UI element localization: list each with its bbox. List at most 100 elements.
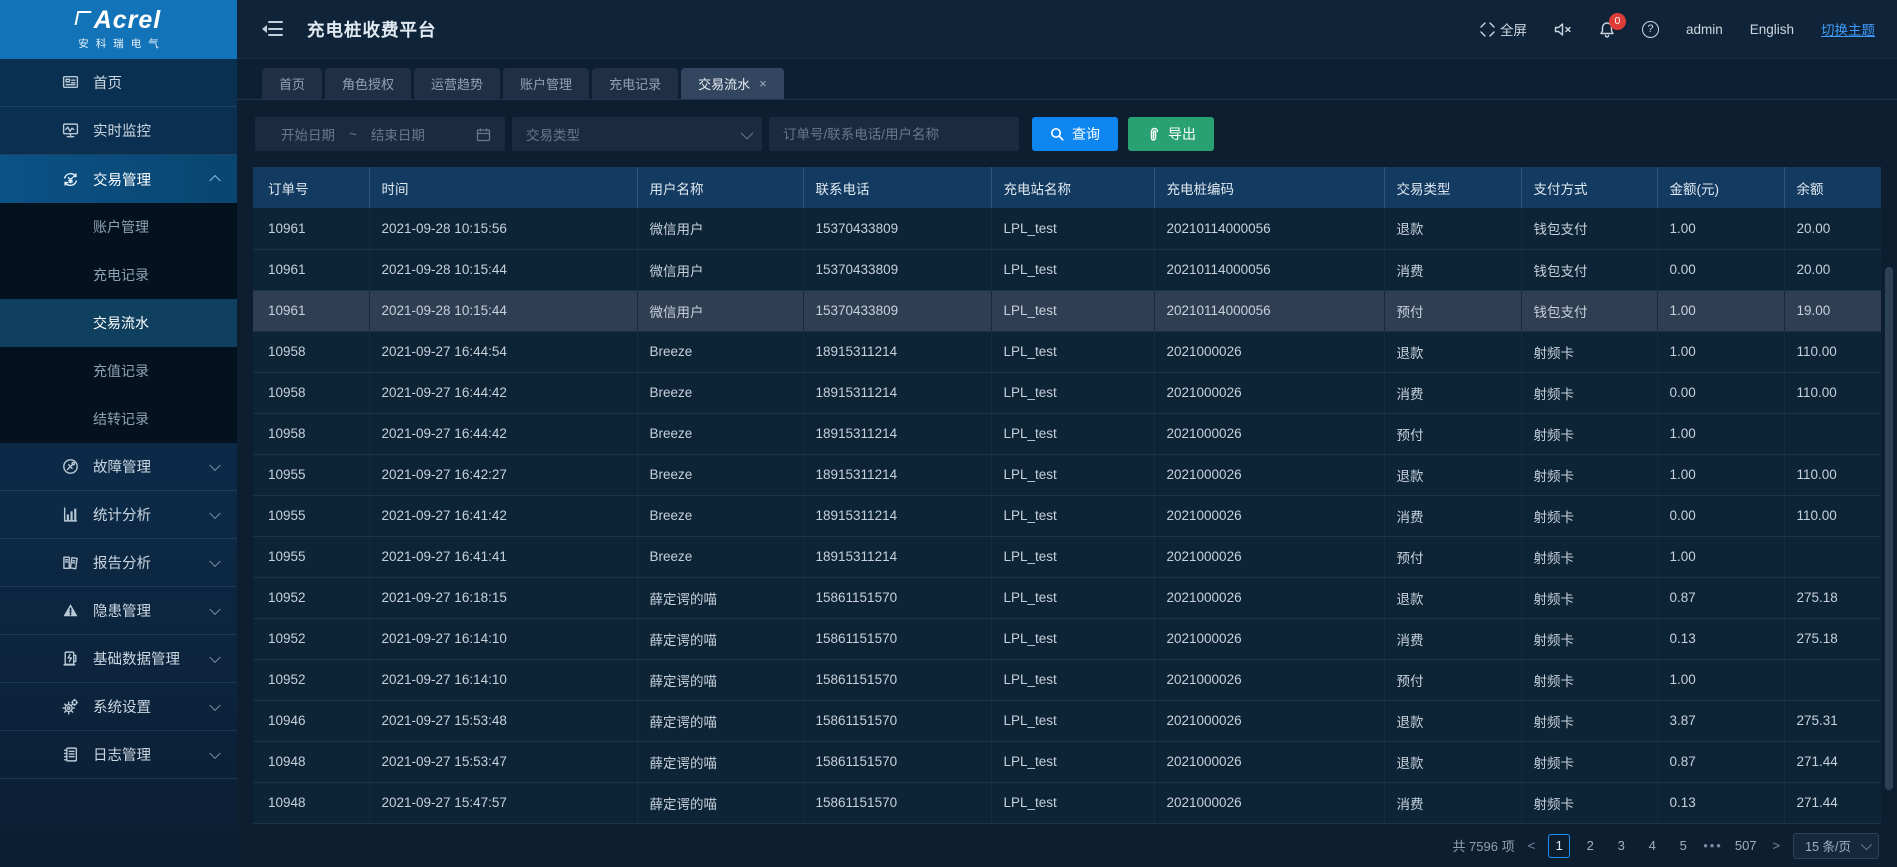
table-row[interactable]: 109552021-09-27 16:41:42Breeze1891531121…: [253, 495, 1881, 536]
mute-button[interactable]: [1554, 22, 1572, 37]
tab-首页[interactable]: 首页: [262, 68, 322, 99]
table-cell: 2021-09-27 16:41:41: [369, 536, 637, 577]
column-header: 支付方式: [1521, 167, 1657, 208]
table-cell: [1784, 413, 1881, 454]
date-separator: ~: [349, 127, 357, 142]
page-ellipsis[interactable]: •••: [1703, 838, 1723, 853]
transactions-table-wrap: 订单号时间用户名称联系电话充电站名称充电桩编码交易类型支付方式金额(元)余额 1…: [253, 167, 1881, 824]
table-cell: 2021-09-27 16:41:42: [369, 495, 637, 536]
topbar: 充电桩收费平台 全屏 0 ? admin English 切换主题: [237, 0, 1897, 59]
username[interactable]: admin: [1686, 22, 1723, 37]
table-cell: 钱包支付: [1521, 249, 1657, 290]
column-header: 联系电话: [803, 167, 991, 208]
table-cell: 275.18: [1784, 618, 1881, 659]
table-cell: 薛定谔的喵: [637, 741, 803, 782]
submenu-item[interactable]: 结转记录: [0, 395, 237, 443]
page-number-507[interactable]: 507: [1732, 834, 1760, 858]
pagination: 共 7596 项 < 12345 ••• 507 > 15 条/页: [253, 832, 1881, 860]
page-number-5[interactable]: 5: [1672, 834, 1694, 858]
theme-toggle-link[interactable]: 切换主题: [1821, 19, 1875, 39]
sidebar-item-0[interactable]: 首页: [0, 59, 237, 107]
transaction-type-select[interactable]: 交易类型: [512, 117, 762, 151]
table-row[interactable]: 109612021-09-28 10:15:56微信用户15370433809L…: [253, 208, 1881, 249]
tab-账户管理[interactable]: 账户管理: [503, 68, 589, 99]
table-cell: 射频卡: [1521, 413, 1657, 454]
sidebar-item-label: 隐患管理: [93, 600, 151, 621]
table-cell: 18915311214: [803, 372, 991, 413]
export-button[interactable]: 导出: [1128, 117, 1214, 151]
sidebar-item-8[interactable]: 系统设置: [0, 683, 237, 731]
table-row[interactable]: 109482021-09-27 15:53:47薛定谔的喵15861151570…: [253, 741, 1881, 782]
app-root: Acrel 安科瑞电气 首页实时监控交易管理账户管理充电记录交易流水充值记录结转…: [0, 0, 1897, 867]
table-row[interactable]: 109462021-09-27 15:53:48薛定谔的喵15861151570…: [253, 700, 1881, 741]
table-cell: 2021000026: [1154, 413, 1384, 454]
sidebar-item-4[interactable]: 统计分析: [0, 491, 237, 539]
sidebar-item-3[interactable]: 故障管理: [0, 443, 237, 491]
tab-label: 首页: [279, 74, 305, 93]
table-cell: 退款: [1384, 454, 1521, 495]
query-button[interactable]: 查询: [1032, 117, 1118, 151]
submenu-item[interactable]: 账户管理: [0, 203, 237, 251]
chevron-down-icon: [209, 603, 220, 614]
sidebar-item-9[interactable]: 日志管理: [0, 731, 237, 779]
table-row[interactable]: 109522021-09-27 16:14:10薛定谔的喵15861151570…: [253, 659, 1881, 700]
sidebar-item-5[interactable]: 报告分析: [0, 539, 237, 587]
table-cell: 预付: [1384, 413, 1521, 454]
export-label: 导出: [1168, 124, 1196, 144]
pagination-total: 共 7596 项: [1452, 836, 1514, 855]
table-row[interactable]: 109522021-09-27 16:18:15薛定谔的喵15861151570…: [253, 577, 1881, 618]
sidebar-item-1[interactable]: 实时监控: [0, 107, 237, 155]
table-row[interactable]: 109582021-09-27 16:44:42Breeze1891531121…: [253, 413, 1881, 454]
submenu-item[interactable]: 交易流水: [0, 299, 237, 347]
prev-page-button[interactable]: <: [1524, 838, 1540, 853]
table-cell: 预付: [1384, 290, 1521, 331]
tab-运营趋势[interactable]: 运营趋势: [414, 68, 500, 99]
close-tab-icon[interactable]: ×: [759, 76, 767, 91]
collapse-sidebar-icon[interactable]: [263, 21, 283, 37]
page-number-2[interactable]: 2: [1579, 834, 1601, 858]
table-cell: 10946: [253, 700, 369, 741]
table-row[interactable]: 109582021-09-27 16:44:42Breeze1891531121…: [253, 372, 1881, 413]
date-range-picker[interactable]: 开始日期 ~ 结束日期: [255, 117, 505, 151]
tab-充电记录[interactable]: 充电记录: [592, 68, 678, 99]
table-row[interactable]: 109552021-09-27 16:41:41Breeze1891531121…: [253, 536, 1881, 577]
filter-bar: 开始日期 ~ 结束日期 交易类型 查询 导出: [255, 117, 1881, 151]
page-number-1[interactable]: 1: [1548, 834, 1570, 858]
table-cell: 2021000026: [1154, 454, 1384, 495]
submenu-item[interactable]: 充值记录: [0, 347, 237, 395]
page-size-select[interactable]: 15 条/页: [1793, 833, 1879, 859]
table-cell: 薛定谔的喵: [637, 577, 803, 618]
logo: Acrel 安科瑞电气: [0, 0, 237, 59]
sidebar-item-6[interactable]: 隐患管理: [0, 587, 237, 635]
table-row[interactable]: 109522021-09-27 16:14:10薛定谔的喵15861151570…: [253, 618, 1881, 659]
notifications-button[interactable]: 0: [1599, 21, 1615, 38]
table-cell: 薛定谔的喵: [637, 700, 803, 741]
submenu-item[interactable]: 充电记录: [0, 251, 237, 299]
search-input[interactable]: [769, 117, 1019, 151]
table-cell: 20210114000056: [1154, 290, 1384, 331]
table-row[interactable]: 109482021-09-27 15:47:57薛定谔的喵15861151570…: [253, 782, 1881, 823]
table-cell: 0.13: [1657, 618, 1784, 659]
table-row[interactable]: 109582021-09-27 16:44:54Breeze1891531121…: [253, 331, 1881, 372]
language-switch[interactable]: English: [1750, 22, 1794, 37]
sidebar-item-7[interactable]: 基础数据管理: [0, 635, 237, 683]
tab-交易流水[interactable]: 交易流水×: [681, 68, 784, 99]
table-cell: LPL_test: [991, 413, 1154, 454]
fullscreen-button[interactable]: 全屏: [1480, 19, 1527, 39]
chevron-up-icon: [209, 175, 220, 186]
table-row[interactable]: 109612021-09-28 10:15:44微信用户15370433809L…: [253, 290, 1881, 331]
table-cell: 消费: [1384, 249, 1521, 290]
page-number-3[interactable]: 3: [1610, 834, 1632, 858]
page-number-4[interactable]: 4: [1641, 834, 1663, 858]
table-row[interactable]: 109552021-09-27 16:42:27Breeze1891531121…: [253, 454, 1881, 495]
base-data-icon: [62, 650, 79, 667]
sidebar-item-2[interactable]: 交易管理: [0, 155, 237, 203]
table-cell: 20210114000056: [1154, 208, 1384, 249]
next-page-button[interactable]: >: [1769, 838, 1785, 853]
table-cell: LPL_test: [991, 208, 1154, 249]
table-row[interactable]: 109612021-09-28 10:15:44微信用户15370433809L…: [253, 249, 1881, 290]
tab-角色授权[interactable]: 角色授权: [325, 68, 411, 99]
table-scrollbar[interactable]: [1885, 267, 1893, 790]
table-cell: 2021-09-27 15:53:48: [369, 700, 637, 741]
help-button[interactable]: ?: [1642, 21, 1659, 38]
